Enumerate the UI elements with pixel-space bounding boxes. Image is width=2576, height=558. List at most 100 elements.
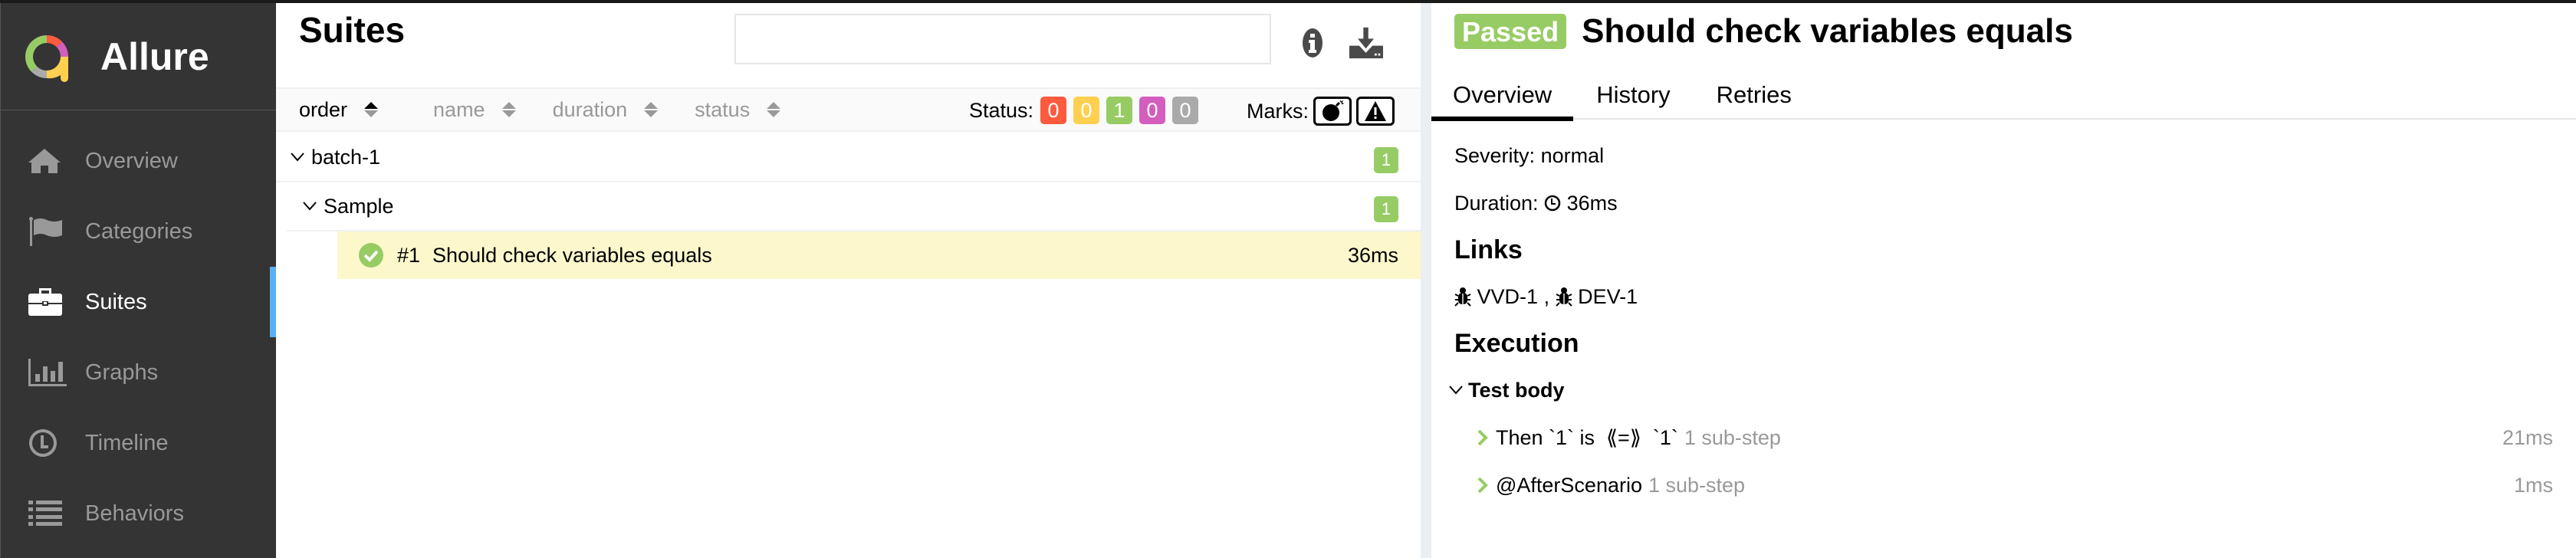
duration-line: Duration: 36ms [1454,179,2553,227]
severity-label: Severity: [1454,143,1536,167]
subgroup-name: Sample [324,194,394,218]
sidebar-item-overview[interactable]: Overview [1,126,276,196]
sort-arrows-icon [501,102,516,117]
step-duration: 1ms [2513,473,2553,497]
status-count-passed[interactable]: 1 [1106,97,1133,124]
marks-filter: Marks: [1247,97,1395,126]
sidebar-item-label: Behaviors [85,501,184,526]
brand[interactable]: Allure [1,3,276,110]
duration-value: 36ms [1566,191,1618,215]
test-body-label: Test body [1468,378,1565,402]
test-duration: 36ms [1347,243,1398,267]
sort-label: name [433,97,485,121]
step-row[interactable]: @AfterScenario 1 sub-step 1ms [1454,461,2553,509]
clock-icon [28,426,68,460]
test-body-toggle[interactable]: Test body [1448,366,2553,414]
passed-status-icon [359,243,383,268]
chevron-down-icon [1449,386,1463,395]
testcase-body: Severity: normal Duration: 36ms Links VV… [1449,132,2553,509]
sidebar-item-label: Suites [85,289,147,314]
step-duration: 21ms [2502,425,2553,449]
tree-group-row[interactable]: batch-1 1 [276,133,1421,182]
chevron-right-icon [1477,429,1488,446]
page-title: Suites [299,10,406,50]
step-name: Then `1` is ⟪=⟫ `1` [1496,425,1678,449]
info-icon [1303,28,1322,57]
sort-by-status[interactable]: status [695,97,781,122]
tree-subgroup-row[interactable]: Sample 1 [287,182,1421,231]
flaky-mark-toggle[interactable] [1313,97,1352,126]
info-button[interactable] [1296,25,1329,61]
allure-logo-icon [25,34,68,82]
bar-chart-icon [28,356,68,389]
status-count-unknown[interactable]: 0 [1172,97,1199,124]
list-icon [28,497,68,530]
step-substep-count: 1 sub-step [1648,473,1746,497]
bomb-icon [1322,100,1344,121]
sidebar: Allure Overview Categories Suites Graphs [0,3,276,558]
home-icon [28,144,68,178]
passed-count-badge: 1 [1374,147,1398,173]
marks-filter-label: Marks: [1247,99,1309,123]
sidebar-item-categories[interactable]: Categories [1,196,276,267]
severity-value: normal [1540,143,1605,167]
sidebar-nav: Overview Categories Suites Graphs Timeli… [1,126,276,549]
tab-history[interactable]: History [1573,71,1693,120]
app-name: Allure [100,34,209,78]
sort-by-duration[interactable]: duration [553,98,659,122]
clock-icon [1544,195,1561,212]
bug-icon [1454,287,1471,307]
sort-toolbar: order name duration status Status: 0 0 1… [276,87,1421,132]
test-number: #1 [397,243,421,267]
chevron-right-icon [1477,477,1488,494]
status-count-skipped[interactable]: 0 [1139,97,1166,124]
briefcase-icon [28,285,68,319]
sidebar-item-behaviors[interactable]: Behaviors [1,478,276,549]
sidebar-item-suites[interactable]: Suites [1,267,276,337]
tab-retries[interactable]: Retries [1694,71,1815,120]
sidebar-item-graphs[interactable]: Graphs [1,337,276,408]
bug-icon [1555,287,1572,307]
testcase-header: Passed Should check variables equals [1454,12,2073,51]
pane-splitter[interactable] [1421,3,1431,558]
sort-by-order[interactable]: order [299,97,379,122]
sidebar-item-label: Graphs [85,359,159,385]
sort-label: order [299,97,348,121]
sidebar-item-timeline[interactable]: Timeline [1,408,276,478]
download-icon [1349,27,1383,59]
testcase-tabs: Overview History Retries [1431,71,2576,121]
flag-icon [28,215,68,248]
status-badge: Passed [1454,14,1567,49]
test-name: Should check variables equals [432,243,712,267]
issue-link[interactable]: VVD-1 [1454,285,1538,309]
issue-link[interactable]: DEV-1 [1555,285,1638,309]
sort-arrows-icon [767,102,781,117]
download-button[interactable] [1349,25,1383,61]
warning-icon [1365,101,1386,121]
status-filter: Status: 0 0 1 0 0 [969,97,1199,124]
sidebar-item-label: Timeline [85,430,169,455]
sort-label: duration [552,97,628,121]
testcase-pane: Passed Should check variables equals Ove… [1431,3,2576,558]
links-separator: , [1543,284,1550,308]
suites-tree: batch-1 1 Sample 1 #1 Should check varia… [276,133,1421,279]
step-row[interactable]: Then `1` is ⟪=⟫ `1` 1 sub-step 21ms [1454,414,2553,461]
status-count-failed[interactable]: 0 [1040,97,1067,124]
issue-link-label: VVD-1 [1477,284,1539,308]
sort-arrows-icon [644,102,659,117]
test-case-row[interactable]: #1 Should check variables equals 36ms [337,231,1421,279]
search-input[interactable] [734,14,1271,64]
chevron-down-icon [288,148,307,166]
sort-label: status [695,97,751,121]
status-filter-label: Status: [969,98,1034,122]
testcase-title: Should check variables equals [1582,12,2073,50]
sidebar-item-label: Categories [85,218,193,244]
duration-label: Duration: [1454,191,1539,215]
new-failed-mark-toggle[interactable] [1356,97,1395,126]
suites-pane: Suites order name duration status Status… [276,3,1421,558]
execution-heading: Execution [1454,328,1579,358]
sort-by-name[interactable]: name [433,98,516,122]
sidebar-item-label: Overview [85,148,178,173]
tab-overview[interactable]: Overview [1431,71,1574,121]
status-count-broken[interactable]: 0 [1073,97,1100,124]
